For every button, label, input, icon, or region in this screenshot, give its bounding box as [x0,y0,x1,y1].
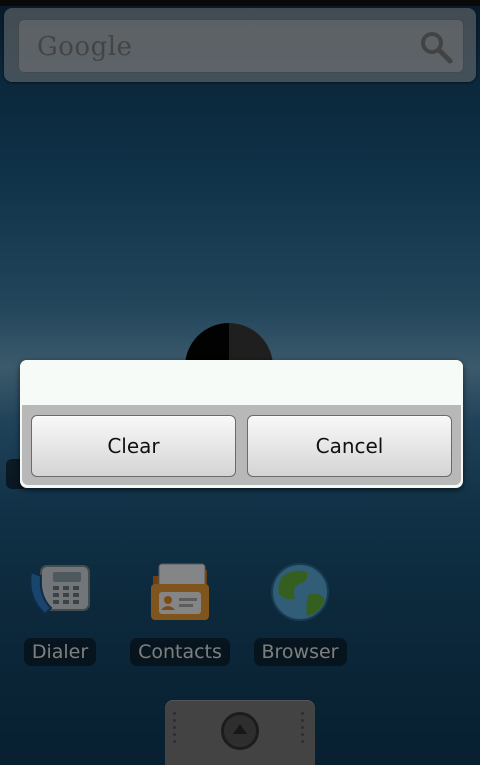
dialog-button-bar: Clear Cancel [22,405,461,485]
cancel-button[interactable]: Cancel [247,415,452,477]
dialog-body [20,360,463,405]
clear-dialog: Clear Cancel [20,360,463,488]
clear-button[interactable]: Clear [31,415,236,477]
